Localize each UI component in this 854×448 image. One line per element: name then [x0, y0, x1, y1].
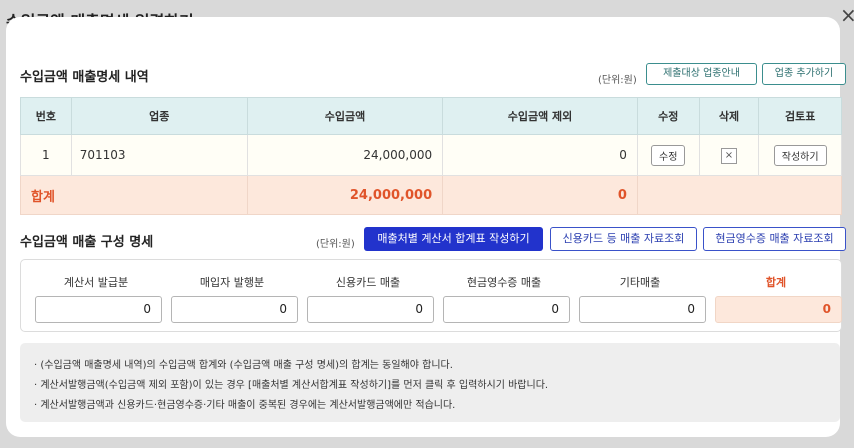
field-label-cash-receipt: 현금영수증 매출	[466, 276, 542, 289]
table-row: 1 701103 24,000,000 0 수정 × 작성하기	[20, 134, 842, 176]
dialog-panel: 수입금액 매출명세 내역 (단위:원) 제출대상 업종안내 업종 추가하기 번호…	[6, 17, 846, 437]
other-sales-amount-input[interactable]: 0	[579, 296, 706, 323]
total-label: 합계	[20, 175, 248, 215]
composition-box: 계산서 발급분 매입자 발행분 신용카드 매출 현금영수증 매출 기타매출 합계…	[20, 259, 842, 332]
field-label-buyer-issued: 매입자 발행분	[199, 276, 265, 289]
total-amount: 24,000,000	[246, 175, 444, 215]
close-icon[interactable]: ×	[840, 4, 854, 26]
detail-section-title: 수입금액 매출명세 내역	[20, 70, 149, 85]
col-header-excluded: 수입금액 제외	[442, 97, 638, 135]
row-no: 1	[20, 134, 72, 176]
composition-section-title: 수입금액 매출 구성 명세	[20, 235, 154, 250]
col-header-review: 검토표	[758, 97, 842, 135]
row-excluded-amount: 0	[442, 134, 638, 176]
add-industry-button[interactable]: 업종 추가하기	[762, 63, 846, 85]
buyer-issued-amount-input[interactable]: 0	[171, 296, 298, 323]
cash-receipt-lookup-button[interactable]: 현금영수증 매출 자료조회	[703, 227, 846, 251]
row-edit-cell: 수정	[636, 134, 700, 176]
delete-icon[interactable]: ×	[720, 147, 737, 164]
detail-unit-label: (단위:원)	[598, 75, 637, 86]
total-empty-cell	[636, 175, 843, 215]
col-header-no: 번호	[20, 97, 72, 135]
col-header-amount: 수입금액	[246, 97, 444, 135]
invoice-summary-button[interactable]: 매출처별 계산서 합계표 작성하기	[364, 227, 543, 251]
row-industry-code: 701103	[70, 134, 248, 176]
note-line: · (수입금액 매출명세 내역)의 수입금액 합계와 (수입금액 매출 구성 명…	[34, 360, 453, 371]
total-row: 합계 24,000,000 0	[20, 175, 843, 215]
invoice-amount-input[interactable]: 0	[35, 296, 162, 323]
field-label-card-sales: 신용카드 매출	[335, 276, 401, 289]
field-label-total: 합계	[765, 276, 787, 289]
row-review-cell: 작성하기	[758, 134, 842, 176]
total-excluded: 0	[442, 175, 638, 215]
card-sales-lookup-button[interactable]: 신용카드 등 매출 자료조회	[550, 227, 697, 251]
note-line: · 계산서발행금액(수입금액 제외 포함)이 있는 경우 [매출처별 계산서합계…	[34, 380, 549, 391]
row-amount: 24,000,000	[246, 134, 444, 176]
edit-button[interactable]: 수정	[651, 144, 686, 166]
note-line: · 계산서발행금액과 신용카드·현금영수증·기타 매출이 중복된 경우에는 계산…	[34, 400, 456, 411]
col-header-industry: 업종	[70, 97, 248, 135]
field-label-other-sales: 기타매출	[619, 276, 661, 289]
notes-box: · (수입금액 매출명세 내역)의 수입금액 합계와 (수입금액 매출 구성 명…	[20, 343, 840, 422]
composition-unit-label: (단위:원)	[316, 239, 355, 250]
field-label-invoice: 계산서 발급분	[63, 276, 129, 289]
total-amount-field: 0	[715, 296, 842, 323]
col-header-delete: 삭제	[698, 97, 760, 135]
cash-receipt-amount-input[interactable]: 0	[443, 296, 570, 323]
income-detail-table: 번호 업종 수입금액 수입금액 제외 수정 삭제 검토표 1 701103 24…	[20, 97, 843, 215]
col-header-edit: 수정	[636, 97, 700, 135]
table-header-row: 번호 업종 수입금액 수입금액 제외 수정 삭제 검토표	[20, 97, 842, 135]
write-review-button[interactable]: 작성하기	[773, 144, 827, 166]
row-delete-cell: ×	[698, 134, 760, 176]
industry-guide-button[interactable]: 제출대상 업종안내	[646, 63, 757, 85]
card-sales-amount-input[interactable]: 0	[307, 296, 434, 323]
